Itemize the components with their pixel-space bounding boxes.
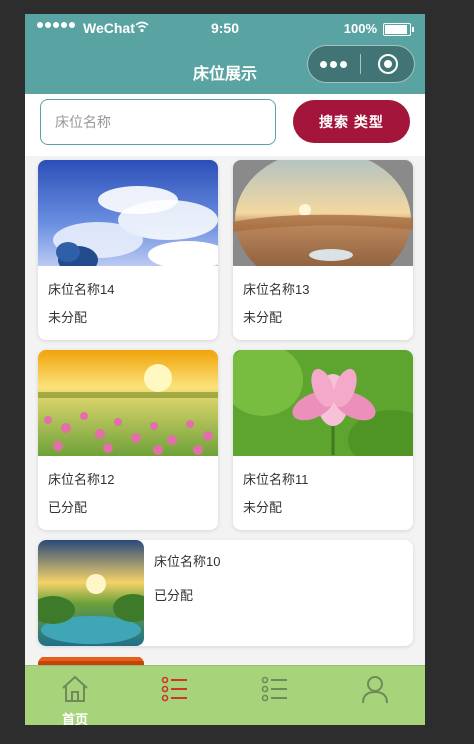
battery-percent: 100% [343,21,377,36]
tab-list-outline[interactable] [225,666,325,725]
list-icon [161,676,187,702]
close-miniprogram-icon[interactable] [378,54,398,74]
bed-status: 已分配 [154,588,194,603]
bed-name: 床位名称13 [243,282,310,297]
desert-sunset-image [233,160,413,266]
bed-name: 床位名称11 [243,472,309,487]
lake-sunset-image [38,540,144,646]
bed-status: 已分配 [48,500,88,515]
bed-card[interactable]: 床位名称12 已分配 [38,350,218,530]
miniprogram-capsule [307,45,415,83]
flower-field-sunrise-image [38,350,218,456]
user-icon [362,676,388,704]
home-icon [62,675,88,702]
bed-name: 床位名称14 [48,282,115,297]
bed-card[interactable]: 床位名称14 未分配 [38,160,218,340]
bed-status: 未分配 [243,310,283,325]
bed-card[interactable]: 床位名称11 未分配 [233,350,413,530]
lotus-flower-image [233,350,413,456]
tab-list[interactable] [125,666,225,725]
more-options-icon[interactable] [320,61,347,68]
tab-bar: 首页 [25,665,425,725]
list-outline-icon [261,676,287,702]
capsule-divider [360,54,361,74]
bed-status: 未分配 [243,500,283,515]
bed-status: 未分配 [48,310,88,325]
search-type-button[interactable]: 搜索 类型 [293,100,410,143]
bed-card[interactable]: 床位名称10 已分配 [38,540,413,646]
bed-card[interactable]: 床位名称13 未分配 [233,160,413,340]
bed-name: 床位名称12 [48,472,115,487]
tab-profile[interactable] [325,666,425,725]
bed-name: 床位名称10 [154,554,221,569]
sky-clouds-image [38,160,218,266]
navigation-bar: 床位展示 [25,44,425,94]
tab-label-home: 首页 [61,712,88,725]
tab-home[interactable]: 首页 [25,666,125,725]
phone-screen: WeChat 9:50 100% 床位展示 搜索 类型 [25,14,425,725]
search-area: 搜索 类型 [25,94,425,156]
battery-icon [383,23,414,36]
status-bar: WeChat 9:50 100% [25,14,425,44]
bed-name-search-input[interactable] [40,99,276,145]
